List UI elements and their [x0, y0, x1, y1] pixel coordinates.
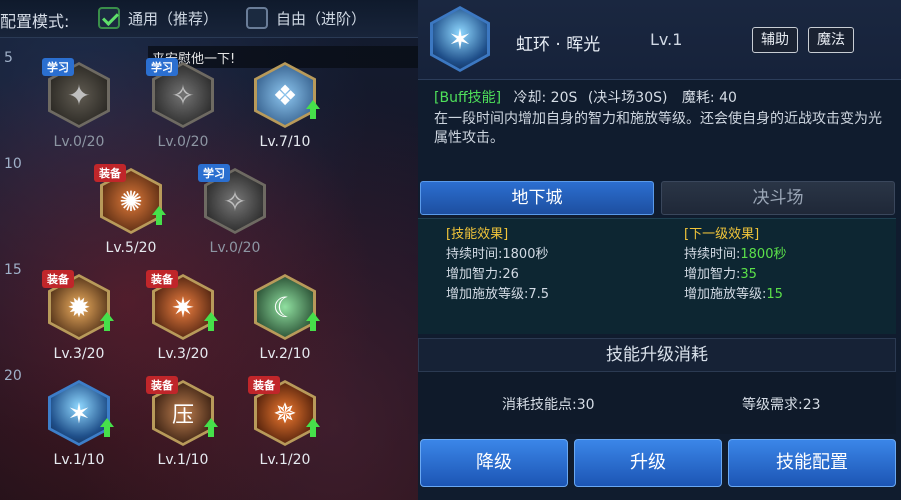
mode-label: 配置模式:: [0, 12, 70, 31]
next-cast: 增加施放等级:15: [684, 287, 783, 302]
skill-slot[interactable]: 压 装备 Lv.1/10: [146, 376, 226, 485]
skill-slot[interactable]: ✹ 装备 Lv.3/20: [42, 270, 122, 379]
skill-description: 在一段时间内增加自身的智力和施放等级。还会使自身的近战攻击变为光属性攻击。: [434, 111, 882, 146]
skill-slot[interactable]: ✧ 学习 Lv.0/20: [146, 58, 226, 167]
next-duration: 持续时间:1800秒: [684, 247, 787, 262]
skill-slot[interactable]: ✦ 学习 Lv.0/20: [42, 58, 122, 167]
cooldown: 冷却: 20S: [513, 90, 578, 106]
skill-slot[interactable]: ✵ 装备 Lv.1/20: [248, 376, 328, 485]
skill-name: 虹环 · 晖光: [516, 35, 601, 55]
skill-level: Lv.5/20: [105, 240, 157, 256]
support-tag: 辅助: [752, 27, 798, 53]
current-effect-title: [技能效果]: [446, 227, 509, 242]
upgrade-arrow-icon: [100, 418, 114, 438]
skill-point-cost: 消耗技能点:30: [502, 397, 595, 413]
skill-level: Lv.0/20: [53, 134, 105, 150]
mode-bar: 配置模式: 通用（推荐） 自由（进阶）: [0, 0, 418, 38]
skill-slot[interactable]: ✺ 装备 Lv.5/20: [94, 164, 174, 273]
equip-tag: 装备: [42, 270, 74, 288]
general-mode-option[interactable]: 通用（推荐）: [98, 7, 218, 29]
upgrade-arrow-icon: [152, 206, 166, 226]
free-mode-option[interactable]: 自由（进阶）: [246, 7, 366, 29]
upgrade-cost-panel: 消耗技能点:30 等级需求:23: [418, 372, 896, 434]
current-effect: [技能效果] 持续时间:1800秒 增加智力:26 增加施放等级:7.5: [446, 225, 549, 305]
skill-level: Lv.3/20: [53, 346, 105, 362]
skill-slot[interactable]: ✧ 学习 Lv.0/20: [198, 164, 278, 273]
skill-level: Lv.0/20: [209, 240, 261, 256]
level-marker-5: 5: [4, 50, 13, 66]
skill-config-button[interactable]: 技能配置: [728, 439, 896, 487]
general-mode-label: 通用（推荐）: [128, 9, 219, 28]
upgrade-arrow-icon: [306, 418, 320, 438]
free-mode-label: 自由（进阶）: [276, 9, 367, 28]
skill-level: Lv.1/20: [259, 452, 311, 468]
skill-type: [Buff技能]: [434, 90, 502, 106]
current-cast: 增加施放等级:7.5: [446, 287, 550, 302]
skill-slot[interactable]: ☾ Lv.2/10: [248, 274, 328, 379]
upgrade-arrow-icon: [100, 312, 114, 332]
skill-detail-panel: ✶ 虹环 · 晖光 Lv.1 辅助 魔法 [Buff技能] 冷却: 20S (决…: [418, 0, 901, 500]
mana-cost: 魔耗: 40: [681, 90, 737, 106]
free-mode-checkbox[interactable]: [246, 7, 268, 29]
equip-tag: 装备: [248, 376, 280, 394]
skill-level: Lv.1/10: [53, 452, 105, 468]
level-marker-20: 20: [4, 368, 22, 384]
skill-slot[interactable]: ✷ 装备 Lv.3/20: [146, 270, 226, 379]
skill-current-level: Lv.1: [650, 30, 683, 49]
learn-tag: 学习: [42, 58, 74, 76]
effect-panel: [技能效果] 持续时间:1800秒 增加智力:26 增加施放等级:7.5 [下一…: [418, 218, 896, 334]
skill-slot-selected[interactable]: ✶ Lv.1/10: [42, 380, 122, 485]
upgrade-arrow-icon: [306, 312, 320, 332]
skill-level: Lv.2/10: [259, 346, 311, 362]
general-mode-checkbox[interactable]: [98, 7, 120, 29]
level-marker-10: 10: [4, 156, 22, 172]
current-duration: 持续时间:1800秒: [446, 247, 549, 262]
magic-tag: 魔法: [808, 27, 854, 53]
next-effect-title: [下一级效果]: [684, 227, 760, 242]
pvp-cooldown: (决斗场30S): [587, 90, 668, 106]
level-marker-15: 15: [4, 262, 22, 278]
upgrade-arrow-icon: [204, 312, 218, 332]
downgrade-button[interactable]: 降级: [420, 439, 568, 487]
learn-tag: 学习: [198, 164, 230, 182]
next-effect: [下一级效果] 持续时间:1800秒 增加智力:35 增加施放等级:15: [684, 225, 786, 305]
skill-tree-panel: 配置模式: 通用（推荐） 自由（进阶） 5 10 15 20 来安慰他一下! ✦…: [0, 0, 418, 500]
equip-tag: 装备: [146, 270, 178, 288]
skill-level: Lv.0/20: [157, 134, 209, 150]
skill-detail-header: ✶ 虹环 · 晖光 Lv.1 辅助 魔法: [418, 0, 901, 80]
upgrade-arrow-icon: [306, 100, 320, 120]
current-int: 增加智力:26: [446, 267, 519, 282]
selected-skill-icon: ✶: [430, 6, 490, 72]
equip-tag: 装备: [146, 376, 178, 394]
skill-level: Lv.1/10: [157, 452, 209, 468]
next-int: 增加智力:35: [684, 267, 757, 282]
upgrade-button[interactable]: 升级: [574, 439, 722, 487]
learn-tag: 学习: [146, 58, 178, 76]
upgrade-cost-title: 技能升级消耗: [418, 338, 896, 372]
skill-stats-line: [Buff技能] 冷却: 20S (决斗场30S) 魔耗: 40: [434, 87, 737, 107]
upgrade-arrow-icon: [204, 418, 218, 438]
skill-level: Lv.3/20: [157, 346, 209, 362]
skill-level: Lv.7/10: [259, 134, 311, 150]
tab-arena[interactable]: 决斗场: [661, 181, 895, 215]
skill-slot[interactable]: ❖ Lv.7/10: [248, 62, 328, 167]
level-requirement: 等级需求:23: [742, 397, 821, 413]
tab-dungeon[interactable]: 地下城: [420, 181, 654, 215]
equip-tag: 装备: [94, 164, 126, 182]
